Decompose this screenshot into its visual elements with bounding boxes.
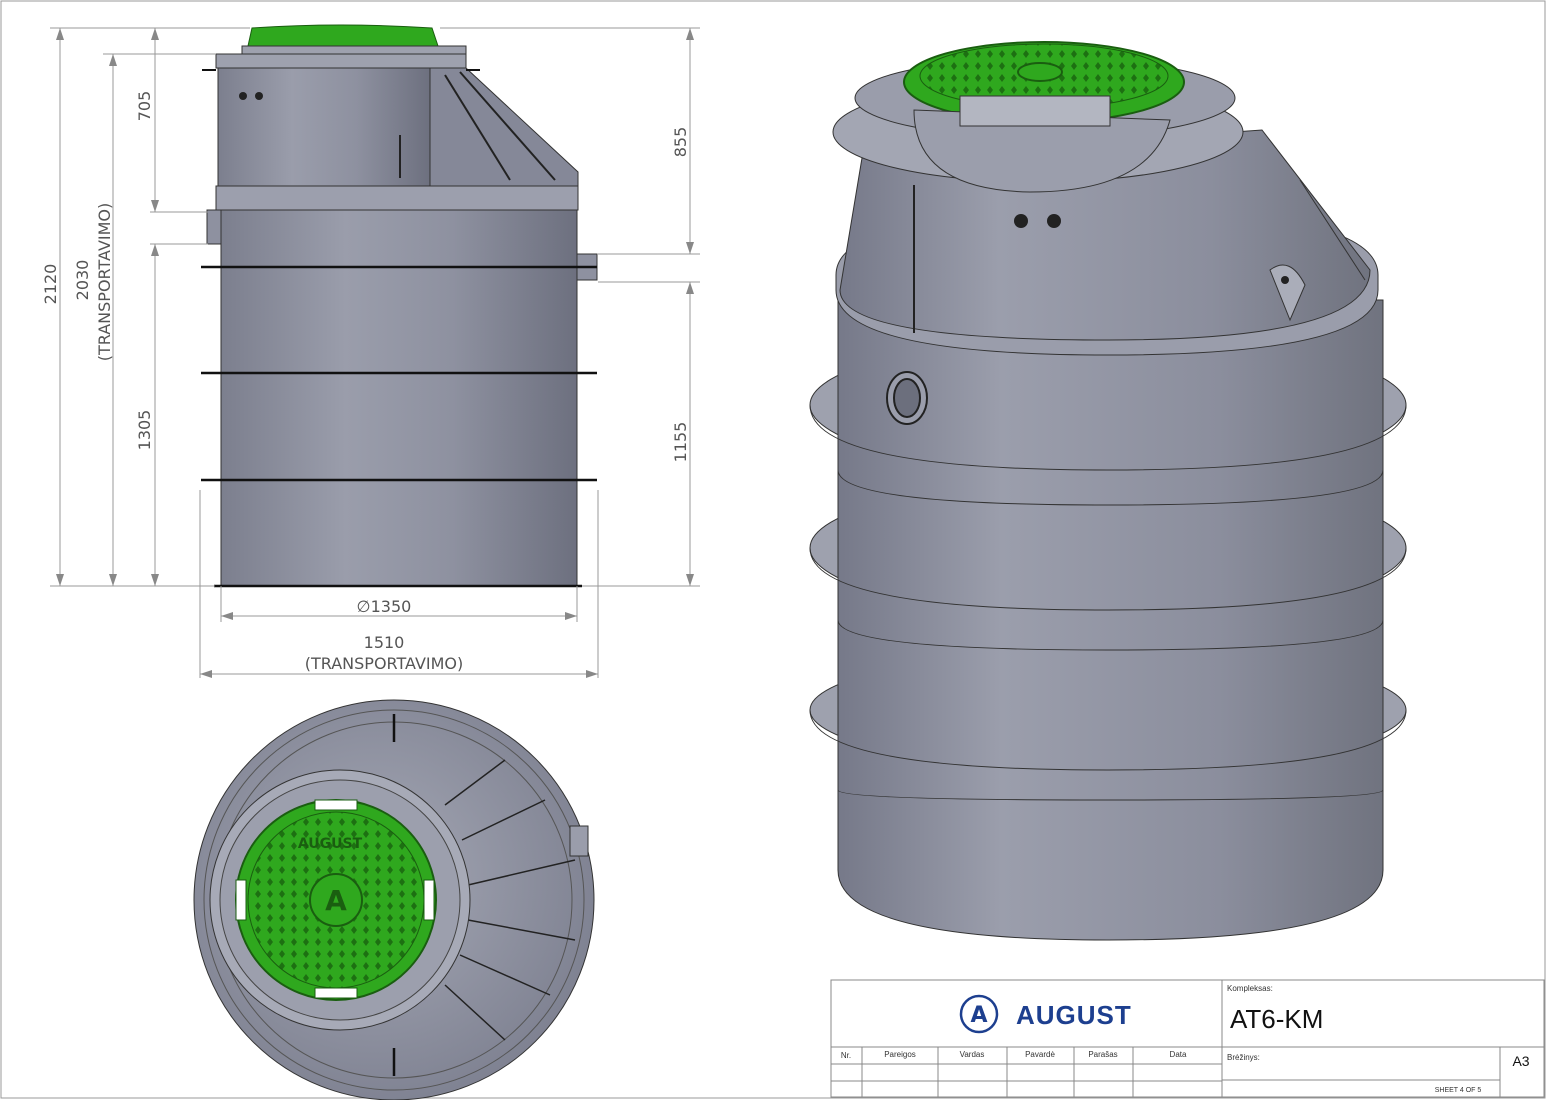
august-logo: A: [959, 994, 999, 1034]
company-name: AUGUST: [1016, 1000, 1132, 1030]
col-nr: Nr.: [841, 1051, 851, 1060]
drawing-sheet: 2120 2030 (TRANSPORTAVIMO) 705 1305 855 …: [0, 0, 1546, 1100]
col-pavarde: Pavardė: [1025, 1050, 1055, 1059]
dim-2030-note: (TRANSPORTAVIMO): [95, 203, 114, 362]
front-inlet-pipe: [206, 209, 222, 245]
top-lid-brand: AUGUST: [298, 836, 363, 852]
dim-855: 855: [671, 127, 690, 158]
front-neck: [217, 67, 431, 187]
col-parasas: Parašas: [1088, 1050, 1117, 1059]
sheet-number: SHEET 4 OF 5: [1435, 1087, 1482, 1094]
brezinys-label: Brėžinys:: [1227, 1053, 1260, 1062]
dim-diameter: ∅1350: [357, 597, 412, 616]
dim-2030: 2030: [73, 260, 92, 301]
front-lid: [247, 24, 439, 47]
dim-1510-note: (TRANSPORTAVIMO): [305, 654, 464, 673]
logo-letter: A: [970, 1003, 987, 1028]
dim-1305: 1305: [135, 410, 154, 451]
sheet-format: A3: [1512, 1053, 1529, 1069]
top-view: A AUGUST: [193, 699, 595, 1100]
col-vardas: Vardas: [960, 1050, 985, 1059]
dim-1510: 1510: [364, 633, 405, 652]
top-lid-letter: A: [325, 884, 347, 917]
dim-1155: 1155: [671, 422, 690, 463]
product-code: AT6-KM: [1230, 1004, 1323, 1034]
isometric-view: [809, 41, 1407, 941]
dim-705: 705: [135, 91, 154, 122]
kompleksas-label: Kompleksas:: [1227, 984, 1273, 993]
col-pareigos: Pareigos: [884, 1050, 916, 1059]
front-view: [201, 24, 598, 588]
col-data: Data: [1170, 1050, 1187, 1059]
dim-2120: 2120: [41, 264, 60, 305]
title-block: A AUGUST Kompleksas: AT6-KM Nr. Pareigos…: [830, 979, 1545, 1098]
front-collar: [215, 185, 579, 211]
